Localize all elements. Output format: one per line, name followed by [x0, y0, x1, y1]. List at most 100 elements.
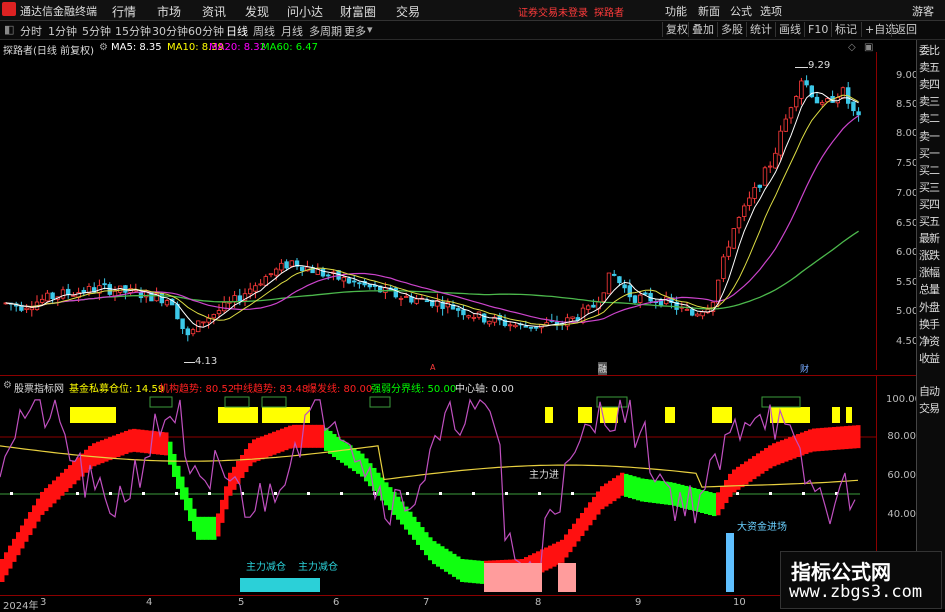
- trend-bar: [256, 437, 261, 461]
- options-button[interactable]: 选项: [760, 3, 782, 19]
- quote-field-label[interactable]: 卖五: [919, 59, 945, 75]
- margin-marker[interactable]: 融: [598, 362, 608, 375]
- trend-bar: [448, 551, 453, 575]
- quote-field-label[interactable]: 总量: [919, 281, 945, 297]
- finance-marker[interactable]: 财: [800, 362, 809, 375]
- trend-bar: [780, 440, 785, 464]
- quote-field-label[interactable]: 买五: [919, 213, 945, 229]
- trend-bar: [376, 472, 381, 496]
- period-multi[interactable]: 多周期: [309, 23, 342, 39]
- y-tick: 7.50: [896, 158, 919, 169]
- quote-field-label[interactable]: 外盘: [919, 299, 945, 315]
- period-monthly[interactable]: 月线: [281, 23, 303, 39]
- quote-field-label[interactable]: 净资: [919, 333, 945, 349]
- menu-discover[interactable]: 发现: [245, 3, 269, 20]
- big-fund-bar: [726, 533, 734, 592]
- candle-body: [216, 310, 222, 315]
- quote-field-label[interactable]: 卖二: [919, 110, 945, 126]
- trend-bar: [144, 430, 149, 454]
- candle-body: [50, 292, 55, 300]
- function-button[interactable]: 功能: [665, 3, 687, 19]
- signal-box: [369, 396, 391, 408]
- x-tick: 7: [423, 597, 430, 608]
- trend-bar: [308, 424, 313, 448]
- price-chart[interactable]: [0, 52, 886, 370]
- period-60min[interactable]: 60分钟: [188, 23, 224, 39]
- quote-field-label[interactable]: 最新: [919, 230, 945, 246]
- candle-body: [403, 296, 409, 298]
- quote-field-label[interactable]: 涨跌: [919, 247, 945, 263]
- quote-field-label[interactable]: 卖三: [919, 93, 945, 109]
- event-marker[interactable]: A: [430, 363, 435, 372]
- user-name[interactable]: 探路者: [594, 4, 624, 19]
- quote-field-label[interactable]: 买一: [919, 145, 945, 161]
- guest-button[interactable]: 游客: [912, 3, 934, 19]
- quote-field-label[interactable]: 收益: [919, 350, 945, 366]
- auto-button[interactable]: 自动: [919, 383, 945, 399]
- period-15min[interactable]: 15分钟: [115, 23, 151, 39]
- formula-button[interactable]: 公式: [730, 3, 752, 19]
- trend-bar: [136, 429, 141, 453]
- period-5min[interactable]: 5分钟: [82, 23, 111, 39]
- trend-bar: [616, 475, 621, 499]
- back-button[interactable]: 返回: [891, 22, 920, 37]
- statistics-button[interactable]: 统计: [746, 22, 775, 37]
- trend-bar: [624, 473, 629, 497]
- trend-bar: [596, 491, 601, 515]
- multi-stock-button[interactable]: 多股: [717, 22, 746, 37]
- quote-field-label[interactable]: 卖四: [919, 76, 945, 92]
- quote-field-label[interactable]: 涨幅: [919, 264, 945, 280]
- menu-market[interactable]: 行情: [112, 3, 136, 20]
- toolbar-collapse-icon[interactable]: ◧: [4, 23, 14, 36]
- f10-button[interactable]: F10: [804, 22, 831, 37]
- candle-body: [29, 307, 34, 311]
- overlay-button[interactable]: 叠加: [688, 22, 717, 37]
- period-intraday[interactable]: 分时: [20, 23, 42, 39]
- trend-bar: [748, 458, 753, 482]
- candle-body: [690, 309, 695, 316]
- trade-login-notice[interactable]: 证券交易未登录: [518, 4, 588, 19]
- menu-market-center[interactable]: 市场: [157, 3, 181, 20]
- indicator-chart[interactable]: [0, 393, 878, 593]
- quote-field-label[interactable]: 买三: [919, 179, 945, 195]
- quote-field-label[interactable]: 委比: [919, 42, 945, 58]
- trend-bar: [840, 426, 845, 450]
- trend-bar: [184, 487, 189, 511]
- period-1min[interactable]: 1分钟: [48, 23, 77, 39]
- menu-ask[interactable]: 问小达: [287, 3, 323, 20]
- new-page-button[interactable]: 新面: [698, 3, 720, 19]
- position-block: [578, 407, 592, 423]
- menu-trade[interactable]: 交易: [396, 3, 420, 20]
- menu-wealth[interactable]: 财富圈: [340, 3, 376, 20]
- trend-bar: [200, 516, 205, 540]
- trend-bar: [344, 442, 349, 466]
- quote-field-label[interactable]: 买四: [919, 196, 945, 212]
- trend-bar: [648, 479, 653, 503]
- trend-bar: [776, 441, 781, 465]
- trend-bar: [420, 527, 425, 551]
- more-chevron-down-icon[interactable]: ▾: [367, 23, 373, 36]
- draw-line-button[interactable]: 画线: [775, 22, 804, 37]
- trend-bar: [20, 525, 25, 549]
- watermark-title: 指标公式网: [791, 560, 891, 584]
- trend-bar: [440, 546, 445, 570]
- candle-body: [201, 321, 206, 324]
- candle-body: [393, 287, 398, 298]
- period-daily[interactable]: 日线: [226, 23, 248, 39]
- quote-field-label[interactable]: 买二: [919, 162, 945, 178]
- period-weekly[interactable]: 周线: [253, 23, 275, 39]
- quote-field-label[interactable]: 卖一: [919, 128, 945, 144]
- menu-news[interactable]: 资讯: [202, 3, 226, 20]
- quote-field-label[interactable]: 换手: [919, 316, 945, 332]
- adjust-button[interactable]: 复权: [662, 22, 691, 37]
- period-30min[interactable]: 30分钟: [152, 23, 188, 39]
- title-bar: 通达信金融终端 行情 市场 资讯 发现 问小达 财富圈 交易 证券交易未登录 探…: [0, 0, 945, 21]
- trade-button[interactable]: 交易: [919, 400, 945, 416]
- period-more[interactable]: 更多: [344, 23, 366, 39]
- y-tick: 5.50: [896, 277, 919, 288]
- mark-button[interactable]: 标记: [831, 22, 860, 37]
- candle-body: [632, 295, 638, 303]
- trend-bar: [120, 432, 125, 456]
- trend-bar: [208, 516, 213, 540]
- indicator-settings-icon[interactable]: ⚙: [3, 380, 12, 391]
